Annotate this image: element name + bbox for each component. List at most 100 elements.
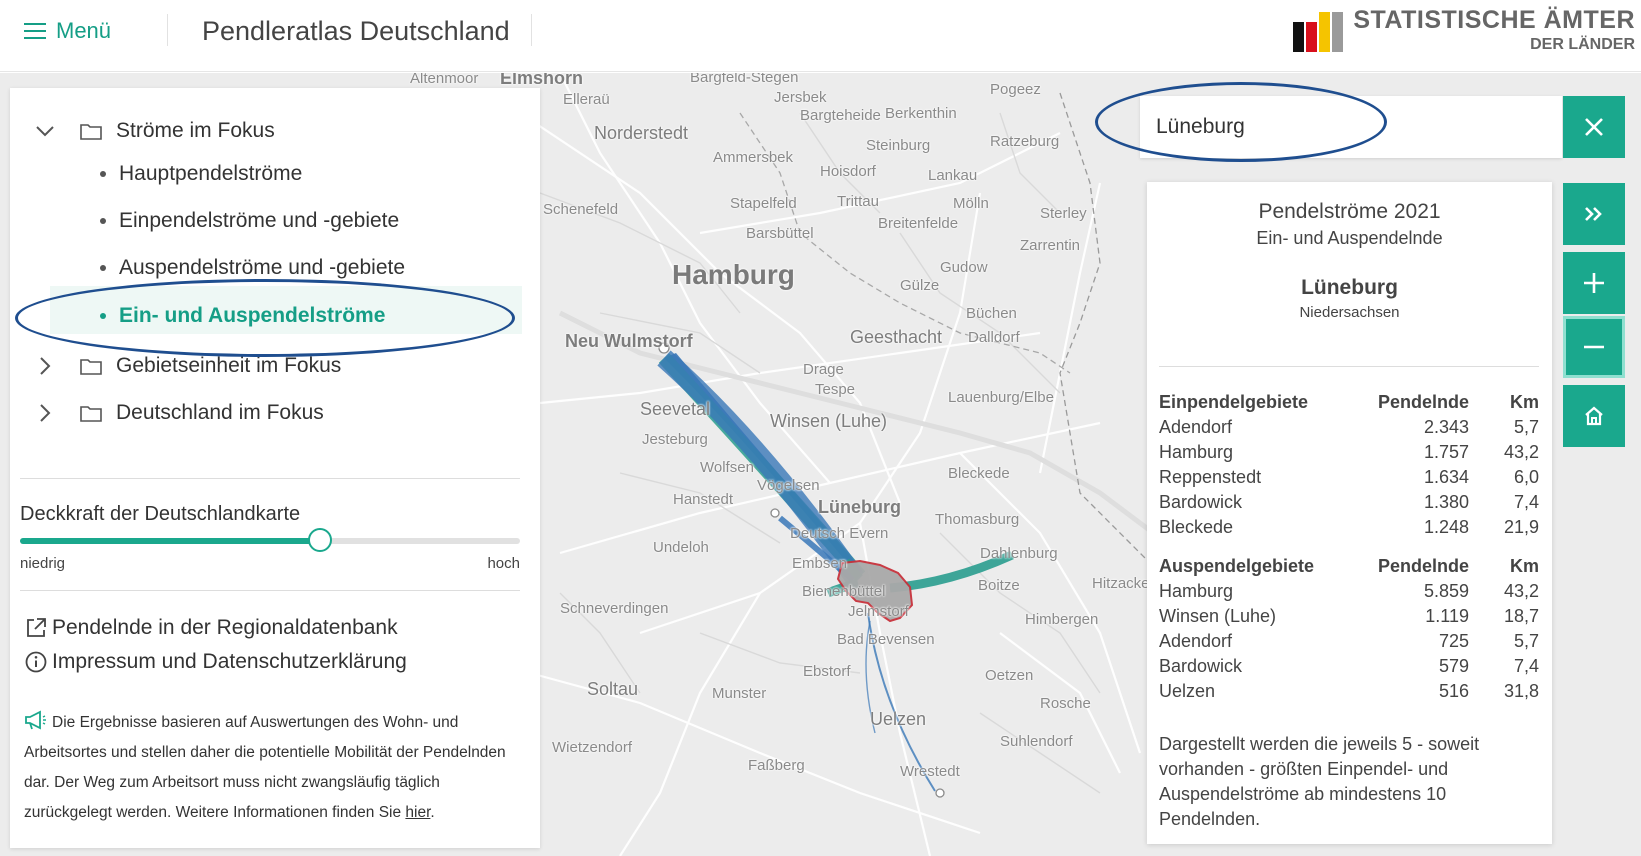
info-panel-subtitle: Ein- und Auspendelnde [1256, 228, 1443, 248]
bullet-icon [100, 313, 106, 319]
statistische-aemter-logo[interactable]: STATISTISCHE ÄMTER DER LÄNDER [1293, 8, 1635, 53]
auspendel-table: Auspendelgebiete Pendelnde Km Hamburg 5.8… [1159, 554, 1539, 704]
opacity-slider-thumb[interactable] [308, 528, 332, 552]
column-header: Pendelnde [1377, 556, 1469, 576]
map-place: Jersbek [774, 89, 827, 106]
sidebar-item-hauptpendelstroeme[interactable]: Hauptpendelströme [100, 162, 302, 186]
chevron-right-icon [32, 400, 58, 426]
map-place: Bleckede [948, 465, 1010, 482]
divider [20, 590, 520, 591]
map-place: Tespe [815, 381, 856, 398]
tree-group-gebietseinheit[interactable]: Gebietseinheit im Fokus [32, 353, 341, 379]
double-chevron-right-icon [1585, 207, 1602, 221]
info-panel-state: Niedersachsen [1299, 304, 1400, 321]
menu-button[interactable]: Menü [24, 18, 111, 44]
map-place: Bad Bevensen [837, 631, 935, 648]
link-impressum[interactable]: Impressum und Datenschutzerklärung [24, 650, 407, 674]
opacity-slider-title: Deckkraft der Deutschlandkarte [20, 503, 301, 525]
zoom-in-button[interactable] [1563, 252, 1625, 314]
map-place: Lauenburg/Elbe [948, 389, 1054, 406]
map-place: Jesteburg [642, 431, 708, 448]
map-place: Elmshorn [500, 73, 584, 88]
sidebar-item-ein-und-auspendelstroeme[interactable]: Ein- und Auspendelströme [100, 304, 385, 328]
tree-group-stroeme[interactable]: Ströme im Fokus [32, 118, 275, 144]
divider [1159, 366, 1539, 367]
map-place: Uelzen [870, 709, 927, 729]
column-header: Km [1509, 556, 1539, 576]
map-place: Wrestedt [900, 763, 960, 780]
bullet-icon [100, 265, 106, 271]
map-place: Undeloh [653, 539, 709, 556]
sidebar-item-auspendelstroeme[interactable]: Auspendelströme und -gebiete [100, 256, 405, 280]
table-row: Winsen (Luhe) 1.119 18,7 [1159, 604, 1539, 629]
app-title: Pendleratlas Deutschland [202, 16, 510, 46]
sidebar-item-einpendelstroeme[interactable]: Einpendelströme und -gebiete [100, 209, 399, 233]
table-cell: 18,7 [1503, 606, 1539, 626]
home-icon [1585, 406, 1603, 426]
map-place: Oetzen [985, 667, 1034, 684]
table-header-row: Auspendelgebiete Pendelnde Km [1159, 554, 1539, 579]
map-place: Berkenthin [885, 105, 957, 122]
chevron-right-icon [32, 353, 58, 379]
map-place: Steinburg [866, 137, 931, 154]
table-cell: 1.248 [1423, 517, 1469, 537]
table-cell: 43,2 [1503, 442, 1539, 462]
link-label: Pendelnde in der Regionaldatenbank [52, 616, 398, 639]
map-place: Zarrentin [1020, 237, 1081, 254]
map-place: Neu Wulmstorf [565, 331, 693, 351]
zoom-out-button[interactable] [1563, 316, 1625, 378]
table-cell: Reppenstedt [1159, 467, 1262, 487]
map-place: Dalldorf [968, 329, 1020, 346]
sidebar-item-label: Ein- und Auspendelströme [119, 304, 386, 327]
search-clear-button[interactable] [1563, 96, 1625, 158]
search-input[interactable] [1156, 115, 1536, 139]
header-divider [167, 14, 168, 46]
info-note: Die Ergebnisse basieren auf Auswertungen… [24, 708, 524, 828]
map-place: Vögelsen [757, 477, 820, 494]
tree-group-deutschland[interactable]: Deutschland im Fokus [32, 400, 324, 426]
einpendel-table: Einpendelgebiete Pendelnde Km Adendorf 2.… [1159, 390, 1539, 540]
table-row: Reppenstedt 1.634 6,0 [1159, 465, 1539, 490]
info-panel: Pendelströme 2021 Ein- und Auspendelnde … [1147, 182, 1552, 844]
info-panel-footer: Dargestellt werden die jeweils 5 - sowei… [1159, 734, 1480, 829]
table-cell: Adendorf [1159, 631, 1233, 651]
column-header: Pendelnde [1377, 392, 1469, 412]
map-place: Gülze [900, 277, 940, 294]
table-cell: 31,8 [1503, 681, 1539, 701]
table-cell: 5.859 [1423, 581, 1469, 601]
map-place: Bargteheide [800, 107, 881, 124]
slider-min-label: niedrig [20, 555, 66, 572]
map-place: Pogeez [990, 81, 1041, 98]
map-place: Büchen [966, 305, 1017, 322]
table-row: Hamburg 1.757 43,2 [1159, 440, 1539, 465]
table-cell: 6,0 [1513, 467, 1539, 487]
map-place: Stapelfeld [730, 195, 797, 212]
folder-icon [80, 124, 102, 140]
home-button[interactable] [1563, 385, 1625, 447]
tree-group-label: Gebietseinheit im Fokus [116, 354, 342, 377]
sidebar-item-label: Auspendelströme und -gebiete [119, 256, 406, 279]
map-place: Deutsch Evern [790, 525, 889, 542]
chevron-down-icon [32, 118, 58, 144]
map-place: Geesthacht [850, 327, 943, 347]
table-cell: 725 [1438, 631, 1469, 651]
link-regionaldatenbank[interactable]: Pendelnde in der Regionaldatenbank [24, 616, 398, 640]
minus-icon [1584, 345, 1604, 349]
note-link[interactable]: hier [405, 804, 430, 821]
table-cell: 1.634 [1423, 467, 1469, 487]
map-place: Gudow [940, 259, 988, 276]
app-header: Menü Pendleratlas Deutschland STATISTISC… [0, 0, 1641, 72]
megaphone-icon [25, 710, 46, 730]
map-place-lueneburg: Lüneburg [818, 497, 901, 517]
map-place: Bienenbüttel [802, 583, 886, 600]
table-row: Adendorf 2.343 5,7 [1159, 415, 1539, 440]
opacity-slider-fill [20, 538, 320, 544]
expand-panel-button[interactable] [1563, 183, 1625, 245]
sidebar-item-label: Einpendelströme und -gebiete [119, 209, 400, 232]
map-place: Sterley [1040, 205, 1087, 222]
map-place: Hoisdorf [820, 163, 876, 180]
map-place: Embsen [792, 555, 848, 572]
table-cell: Bardowick [1159, 656, 1243, 676]
opacity-slider-track[interactable] [20, 538, 520, 544]
plus-icon [1584, 273, 1604, 293]
